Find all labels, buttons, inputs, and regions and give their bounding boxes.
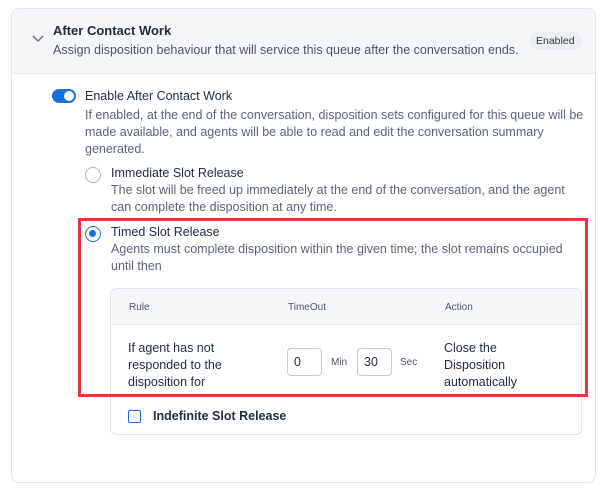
indefinite-slot-release-label: Indefinite Slot Release — [153, 409, 287, 423]
chevron-down-icon[interactable] — [31, 34, 45, 44]
section-title: After Contact Work — [53, 23, 172, 38]
timed-slot-release-label: Timed Slot Release — [111, 225, 220, 239]
timeout-seconds-input[interactable] — [357, 348, 392, 376]
timeout-minutes-input[interactable] — [287, 348, 322, 376]
immediate-slot-release-label: Immediate Slot Release — [111, 166, 244, 180]
seconds-unit-label: Sec — [400, 357, 418, 368]
rule-cell: If agent has not responded to the dispos… — [128, 341, 222, 389]
enable-acw-description: If enabled, at the end of the conversati… — [85, 108, 584, 156]
section-description: Assign disposition behaviour that will s… — [53, 43, 519, 57]
indefinite-slot-release-checkbox[interactable] — [128, 410, 141, 423]
timed-slot-release-radio[interactable] — [85, 226, 101, 242]
rule-table-header: Rule TimeOut Action — [111, 289, 581, 325]
radio-selected-dot — [89, 230, 96, 237]
after-contact-work-card: After Contact Work Assign disposition be… — [11, 8, 596, 483]
status-badge: Enabled — [529, 32, 582, 50]
immediate-slot-release-description: The slot will be freed up immediately at… — [111, 183, 565, 214]
minutes-unit-label: Min — [331, 357, 348, 368]
toggle-knob — [64, 91, 74, 101]
immediate-slot-release-radio[interactable] — [85, 167, 101, 183]
column-header-rule: Rule — [129, 302, 150, 313]
timed-slot-release-description: Agents must complete disposition within … — [111, 242, 563, 273]
column-header-action: Action — [445, 302, 473, 313]
enable-acw-label: Enable After Contact Work — [85, 89, 233, 103]
action-cell: Close the Disposition automatically — [444, 341, 517, 389]
column-header-timeout: TimeOut — [288, 302, 326, 313]
enable-acw-toggle[interactable] — [52, 89, 76, 103]
timeout-rule-table: Rule TimeOut Action If agent has not res… — [110, 288, 582, 435]
card-header[interactable]: After Contact Work Assign disposition be… — [12, 9, 595, 74]
